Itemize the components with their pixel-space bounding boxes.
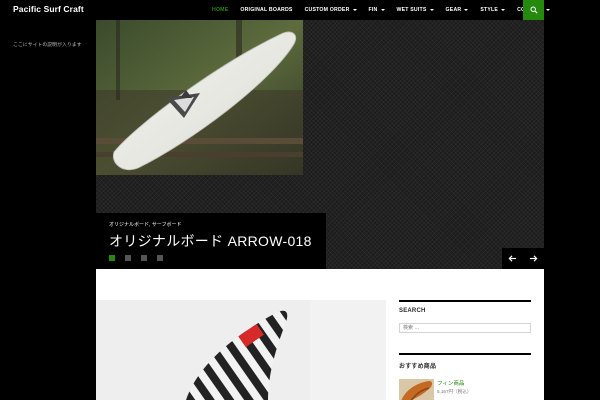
nav-item-label: WET SUITS bbox=[396, 7, 427, 13]
slide-caption: オリジナルボード, サーフボード オリジナルボード ARROW-018 bbox=[96, 213, 326, 269]
nav-item-style[interactable]: STYLE bbox=[474, 0, 511, 20]
featured-slider: オリジナルボード, サーフボード オリジナルボード ARROW-018 bbox=[96, 20, 544, 269]
search-widget-title: SEARCH bbox=[399, 300, 531, 314]
featured-widget-title: おすすめ商品 bbox=[399, 353, 531, 370]
site-description: ここにサイトの説明が入ります bbox=[13, 43, 82, 48]
right-strip bbox=[544, 20, 600, 400]
featured-products-widget: おすすめ商品 フィン商品 5,167円（税込） bbox=[399, 353, 531, 400]
nav-item-wet-suits[interactable]: WET SUITS bbox=[391, 0, 440, 20]
slider-dot[interactable] bbox=[141, 255, 147, 261]
post-image-fin[interactable] bbox=[96, 300, 310, 400]
product-price: 5,167円（税込） bbox=[437, 389, 472, 394]
slider-arrows bbox=[502, 248, 544, 269]
slider-dot[interactable] bbox=[109, 255, 115, 261]
product-item[interactable]: フィン商品 5,167円（税込） bbox=[399, 379, 531, 400]
right-widgets: SEARCH 検索 … おすすめ商品 フィン商品 5,167円（税込） bbox=[399, 300, 531, 400]
product-photo bbox=[399, 379, 434, 400]
caret-down-icon bbox=[464, 9, 469, 11]
slider-dot[interactable] bbox=[157, 255, 163, 261]
nav-item-label: HOME bbox=[212, 7, 229, 13]
slide-categories[interactable]: オリジナルボード, サーフボード bbox=[109, 221, 181, 228]
slide-image-surfboard[interactable] bbox=[96, 20, 303, 175]
product-text: フィン商品 5,167円（税込） bbox=[437, 379, 471, 400]
product-thumbnail[interactable] bbox=[399, 379, 434, 400]
post-card[interactable] bbox=[96, 300, 386, 400]
left-sidebar: ここにサイトの説明が入ります bbox=[0, 20, 96, 400]
caret-down-icon bbox=[546, 9, 551, 11]
nav-item-original-boards[interactable]: ORIGINAL BOARDS bbox=[234, 0, 298, 20]
nav-item-fin[interactable]: FIN bbox=[363, 0, 391, 20]
arrow-left-icon bbox=[508, 255, 517, 262]
slide-title[interactable]: オリジナルボード ARROW-018 bbox=[109, 231, 312, 251]
nav-item-label: GEAR bbox=[445, 7, 462, 13]
search-toggle-button[interactable] bbox=[523, 0, 544, 20]
nav-item-gear[interactable]: GEAR bbox=[440, 0, 475, 20]
slider-prev-button[interactable] bbox=[502, 248, 523, 269]
nav-item-home[interactable]: HOME bbox=[206, 0, 235, 20]
nav-item-custom-order[interactable]: CUSTOM ORDER bbox=[299, 0, 363, 20]
nav-item-label: STYLE bbox=[480, 7, 499, 13]
search-input[interactable]: 検索 … bbox=[399, 323, 531, 333]
search-icon bbox=[529, 6, 538, 14]
fin-photo bbox=[96, 300, 310, 400]
slider-dot[interactable] bbox=[125, 255, 131, 261]
arrow-right-icon bbox=[529, 255, 538, 262]
site-header: Pacific Surf Craft HOME ORIGINAL BOARDS … bbox=[0, 0, 600, 20]
caret-down-icon bbox=[429, 9, 434, 11]
slider-next-button[interactable] bbox=[523, 248, 544, 269]
product-title[interactable]: フィン商品 bbox=[437, 379, 471, 387]
surfboard-photo bbox=[96, 20, 303, 175]
main-content: SEARCH 検索 … おすすめ商品 フィン商品 5,167円（税込） bbox=[96, 269, 544, 400]
page: Pacific Surf Craft HOME ORIGINAL BOARDS … bbox=[0, 0, 600, 400]
nav-item-label: FIN bbox=[368, 7, 378, 13]
nav-item-label: ORIGINAL BOARDS bbox=[240, 7, 293, 13]
caret-down-icon bbox=[352, 9, 357, 11]
site-title[interactable]: Pacific Surf Craft bbox=[13, 4, 84, 14]
nav-item-label: CUSTOM ORDER bbox=[304, 7, 350, 13]
caret-down-icon bbox=[380, 9, 385, 11]
caret-down-icon bbox=[501, 9, 506, 11]
primary-nav: HOME ORIGINAL BOARDS CUSTOM ORDER FIN WE… bbox=[206, 0, 556, 20]
slider-pagination bbox=[109, 255, 163, 261]
